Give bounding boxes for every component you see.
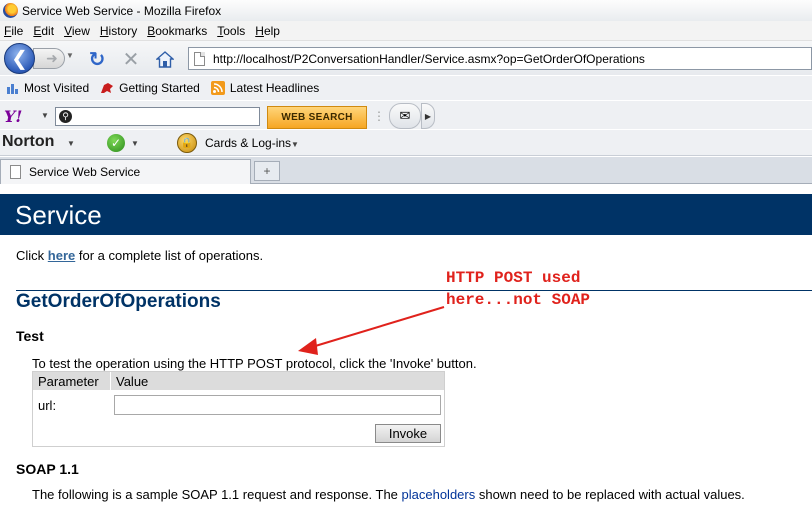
menu-edit[interactable]: Edit — [33, 24, 54, 38]
new-tab-button[interactable]: + — [254, 161, 280, 181]
yahoo-search-input[interactable]: ⚲ — [55, 107, 260, 126]
yahoo-dropdown-icon[interactable]: ▼ — [41, 111, 49, 120]
url-parameter-input[interactable] — [114, 395, 441, 415]
safe-check-icon[interactable]: ✓ — [107, 134, 125, 152]
url-bar[interactable]: http://localhost/P2ConversationHandler/S… — [188, 47, 812, 70]
forward-button[interactable]: ➜ — [33, 48, 65, 69]
navigation-bar: ➜ ❮ ▼ ↻ ✕ http://localhost/P2Conversatio… — [0, 41, 812, 75]
page-icon — [194, 51, 205, 66]
history-dropdown-icon[interactable]: ▼ — [66, 51, 74, 60]
menu-help[interactable]: Help — [255, 24, 280, 38]
safe-check-dropdown-icon[interactable]: ▼ — [131, 139, 139, 148]
page-content: Service Click here for a complete list o… — [0, 185, 812, 507]
menu-tools[interactable]: Tools — [217, 24, 245, 38]
back-arrow-icon: ❮ — [11, 48, 28, 70]
tab-strip: Service Web Service + — [0, 157, 812, 184]
norton-dropdown-icon[interactable]: ▼ — [67, 139, 75, 148]
menu-file[interactable]: File — [4, 24, 23, 38]
firefox-icon — [3, 3, 18, 18]
bookmarks-toolbar: Most Visited Getting Started Latest Head… — [0, 76, 812, 100]
web-search-button[interactable]: WEB SEARCH — [267, 106, 367, 129]
norton-logo[interactable]: Norton — [2, 133, 54, 151]
annotation-text: HTTP POST used here...not SOAP — [446, 269, 591, 309]
lock-icon[interactable]: 🔒 — [177, 133, 197, 153]
menu-bookmarks[interactable]: Bookmarks — [147, 24, 207, 38]
invoke-button[interactable]: Invoke — [375, 424, 441, 443]
value-column-header: Value — [116, 374, 149, 389]
form-header: Parameter Value — [33, 372, 444, 390]
url-parameter-label: url: — [38, 398, 57, 413]
norton-toolbar: Norton ▼ ✓ ▼ 🔒 Cards & Log-ins ▼ — [0, 130, 812, 156]
bookmark-getting-started[interactable]: Getting Started — [99, 80, 200, 96]
toolbar-divider: ⋮ — [373, 109, 385, 123]
menu-view[interactable]: View — [64, 24, 90, 38]
forward-arrow-icon: ➜ — [46, 50, 58, 66]
menu-history[interactable]: History — [100, 24, 137, 38]
title-bar: Service Web Service - Mozilla Firefox — [0, 0, 812, 21]
placeholders-text: placeholders — [401, 487, 476, 502]
getting-started-icon — [99, 80, 115, 96]
window-title: Service Web Service - Mozilla Firefox — [22, 3, 222, 18]
soap-description: The following is a sample SOAP 1.1 reque… — [32, 487, 745, 502]
column-divider — [110, 372, 111, 390]
page-icon — [10, 165, 21, 179]
invoke-form: Parameter Value url: Invoke — [32, 371, 445, 447]
page-banner: Service — [0, 194, 812, 235]
menu-bar: File Edit View History Bookmarks Tools H… — [0, 21, 812, 41]
test-description: To test the operation using the HTTP POS… — [32, 356, 477, 371]
rss-icon — [210, 80, 226, 96]
test-heading: Test — [16, 328, 44, 344]
soap-heading: SOAP 1.1 — [16, 461, 79, 477]
yahoo-mail-icon[interactable]: ✉ — [389, 103, 421, 129]
intro-text: Click here for a complete list of operat… — [16, 248, 264, 263]
yahoo-logo[interactable]: Y! — [4, 107, 22, 126]
most-visited-icon — [4, 80, 20, 96]
chevron-right-icon[interactable]: ▶ — [421, 103, 435, 129]
reload-icon[interactable]: ↻ — [87, 49, 107, 71]
operations-list-link[interactable]: here — [48, 248, 75, 263]
url-text: http://localhost/P2ConversationHandler/S… — [213, 51, 645, 66]
bookmark-latest-headlines[interactable]: Latest Headlines — [210, 80, 319, 96]
tab-service-web-service[interactable]: Service Web Service — [0, 159, 251, 184]
page-title: Service — [15, 200, 102, 230]
back-button[interactable]: ❮ — [4, 43, 35, 74]
yahoo-toolbar: Y! ▼ ⚲ WEB SEARCH ⋮ ✉ ▶ — [0, 101, 812, 129]
home-icon[interactable] — [155, 49, 175, 69]
bookmark-most-visited[interactable]: Most Visited — [4, 80, 89, 96]
search-icon: ⚲ — [59, 110, 72, 123]
parameter-column-header: Parameter — [38, 374, 99, 389]
stop-icon[interactable]: ✕ — [121, 49, 141, 71]
cards-dropdown-icon[interactable]: ▼ — [291, 140, 299, 149]
cards-logins-button[interactable]: Cards & Log-ins — [205, 136, 291, 150]
operation-title: GetOrderOfOperations — [16, 291, 221, 312]
plus-icon: + — [263, 164, 271, 178]
